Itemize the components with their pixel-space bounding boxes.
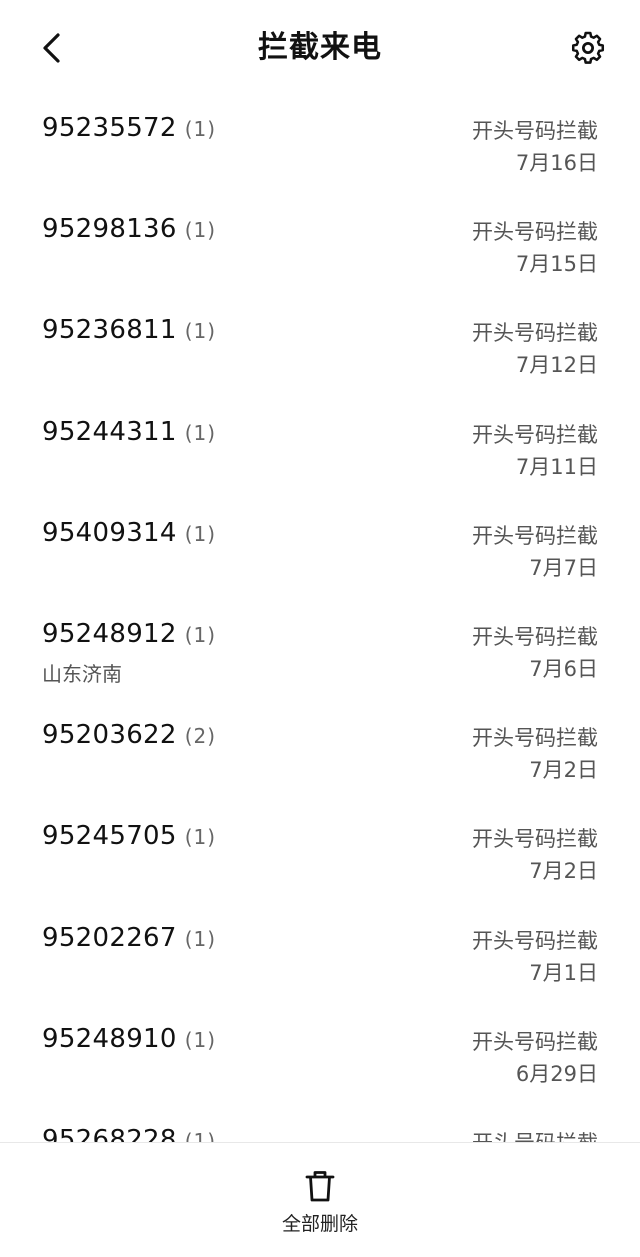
block-reason: 开头号码拦截	[472, 827, 598, 852]
call-number-line: 95298136 (1)	[42, 214, 216, 244]
call-row[interactable]: 95245705 (1) 开头号码拦截 7月2日	[0, 804, 640, 905]
block-reason: 开头号码拦截	[472, 422, 598, 447]
call-count: (1)	[184, 117, 217, 141]
phone-number: 95236811	[42, 315, 177, 346]
call-row[interactable]: 95298136 (1) 开头号码拦截 7月15日	[0, 197, 640, 298]
call-row[interactable]: 95248910 (1) 开头号码拦截 6月29日	[0, 1007, 640, 1108]
call-number-line: 95268228 (1)	[42, 1125, 216, 1142]
header: 拦截来电	[0, 0, 640, 96]
phone-number: 95268228	[42, 1124, 177, 1142]
gear-icon	[571, 31, 605, 64]
call-count: (1)	[184, 420, 217, 445]
call-row[interactable]: 95248912 (1) 山东济南 开头号码拦截 7月6日	[0, 602, 640, 703]
block-reason: 开头号码拦截	[472, 220, 598, 245]
block-reason: 开头号码拦截	[472, 321, 598, 346]
call-row[interactable]: 95235572 (1) 开头号码拦截 7月16日	[0, 96, 640, 197]
call-number-line: 95236811 (1)	[42, 315, 216, 345]
call-count: (1)	[184, 926, 217, 951]
call-date: 7月2日	[529, 758, 598, 783]
call-location: 山东济南	[42, 661, 122, 686]
phone-number: 95203622	[42, 720, 177, 751]
delete-all-label: 全部删除	[281, 1213, 358, 1235]
call-count: (1)	[184, 1027, 217, 1052]
call-row[interactable]: 95409314 (1) 开头号码拦截 7月7日	[0, 501, 640, 602]
call-number-line: 95244311 (1)	[42, 417, 216, 447]
phone-number: 95248910	[42, 1023, 177, 1054]
call-count: (2)	[184, 724, 217, 749]
call-date: 7月2日	[529, 859, 598, 884]
call-count: (1)	[184, 622, 217, 647]
call-row[interactable]: 95268228 (1) 开头号码拦截	[0, 1108, 640, 1142]
phone-number: 95245705	[42, 821, 177, 852]
block-reason: 开头号码拦截	[472, 726, 598, 751]
phone-number: 95248912	[42, 618, 177, 649]
call-count: (1)	[184, 218, 217, 243]
delete-all-button[interactable]: 全部删除	[250, 1167, 390, 1241]
bottom-action-bar: 全部删除	[0, 1142, 640, 1257]
call-row[interactable]: 95202267 (1) 开头号码拦截 7月1日	[0, 906, 640, 1007]
call-number-line: 95235572 (1)	[42, 113, 216, 143]
block-reason: 开头号码拦截	[472, 624, 598, 649]
call-date: 7月6日	[529, 656, 598, 681]
call-number-line: 95203622 (2)	[42, 720, 216, 750]
call-number-line: 95245705 (1)	[42, 821, 216, 851]
call-row[interactable]: 95236811 (1) 开头号码拦截 7月12日	[0, 298, 640, 399]
call-date: 7月1日	[529, 960, 598, 985]
call-count: (1)	[184, 825, 217, 850]
block-reason: 开头号码拦截	[472, 928, 598, 953]
call-row[interactable]: 95203622 (2) 开头号码拦截 7月2日	[0, 703, 640, 804]
settings-button[interactable]	[564, 26, 612, 70]
call-number-line: 95248912 (1)	[42, 619, 216, 649]
page-title: 拦截来电	[258, 30, 382, 65]
call-number-line: 95248910 (1)	[42, 1024, 216, 1054]
phone-number: 95235572	[42, 113, 177, 143]
block-reason: 开头号码拦截	[472, 523, 598, 548]
block-reason: 开头号码拦截	[472, 1029, 598, 1054]
call-count: (1)	[184, 521, 217, 546]
trash-icon	[304, 1169, 336, 1203]
call-date: 7月16日	[515, 151, 598, 175]
blocked-calls-screen: 拦截来电 95235572 (1) 开头号码拦截 7月16日 95298136 (1…	[0, 0, 640, 1257]
call-date: 7月7日	[529, 555, 598, 580]
block-reason: 开头号码拦截	[472, 1127, 598, 1142]
phone-number: 95298136	[42, 214, 177, 245]
phone-number: 95202267	[42, 922, 177, 953]
call-date: 6月29日	[515, 1061, 598, 1086]
call-count: (1)	[184, 1128, 217, 1142]
phone-number: 95244311	[42, 416, 177, 447]
call-number-line: 95202267 (1)	[42, 923, 216, 953]
block-reason: 开头号码拦截	[472, 119, 598, 143]
phone-number: 95409314	[42, 517, 177, 548]
call-count: (1)	[184, 319, 217, 344]
call-number-line: 95409314 (1)	[42, 518, 216, 548]
call-date: 7月15日	[515, 252, 598, 277]
blocked-call-list: 95235572 (1) 开头号码拦截 7月16日 95298136 (1) 开头号…	[0, 96, 640, 1142]
call-date: 7月12日	[515, 353, 598, 378]
call-row[interactable]: 95244311 (1) 开头号码拦截 7月11日	[0, 400, 640, 501]
call-date: 7月11日	[515, 454, 598, 479]
